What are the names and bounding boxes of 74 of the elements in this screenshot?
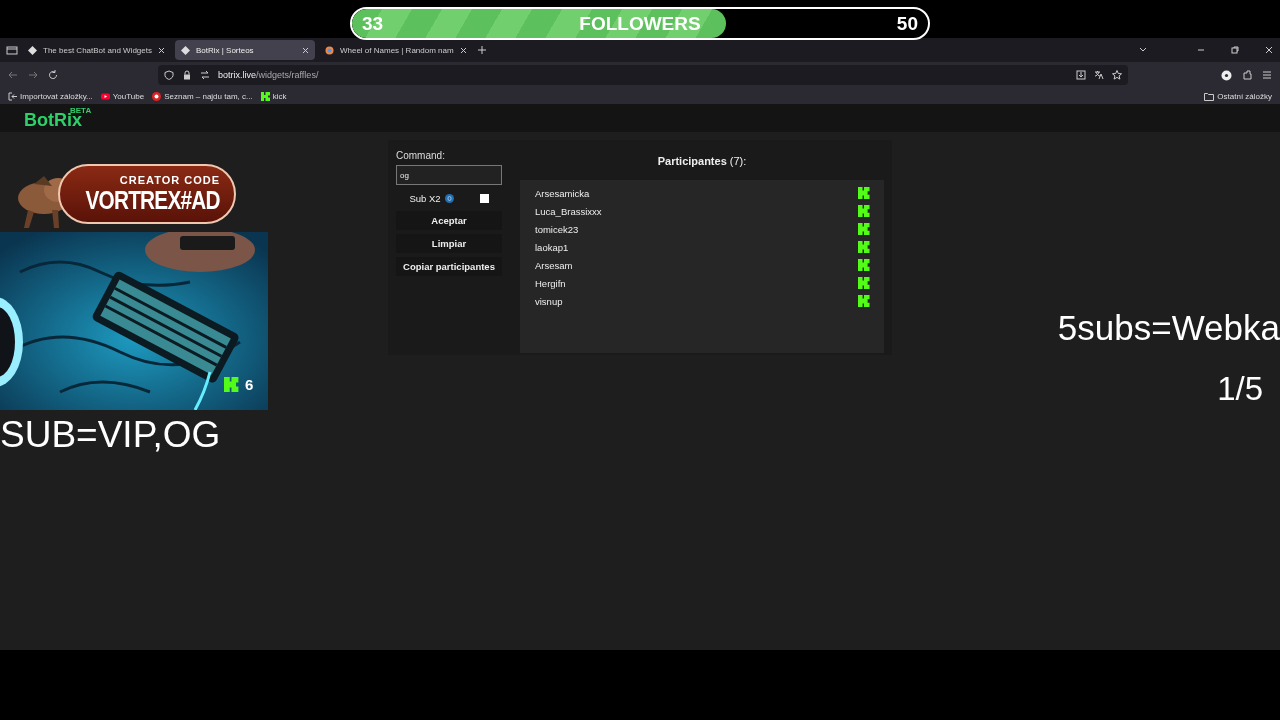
- import-icon: [8, 91, 17, 101]
- k-logo-icon: [858, 205, 870, 217]
- banner-title: CREATOR CODE: [119, 174, 220, 186]
- restore-icon[interactable]: [1230, 45, 1240, 55]
- overlay-text: SUB=VIP,OG: [0, 414, 221, 456]
- tab-title: Wheel of Names | Random nam: [339, 45, 454, 55]
- bookmark-link[interactable]: Importovat záložky...: [8, 91, 93, 101]
- address-bar[interactable]: botrix.live/widgets/raffles/: [158, 65, 1128, 85]
- play-icon: [100, 91, 110, 101]
- participants-title: Participantes (7):: [656, 154, 748, 169]
- profile-icon[interactable]: [1221, 69, 1232, 81]
- overlay-text: 5subs=Webka: [1057, 308, 1280, 348]
- creator-code: VORTREX#AD: [85, 186, 220, 214]
- participant-name: visnup: [535, 295, 563, 307]
- checkbox[interactable]: [479, 193, 489, 203]
- lock-icon: [182, 70, 192, 80]
- k-logo-icon: [858, 241, 870, 253]
- close-icon[interactable]: [301, 46, 309, 54]
- tab-list-icon[interactable]: [6, 44, 18, 56]
- option-label: Sub X2: [409, 192, 441, 204]
- s-logo-icon: [152, 91, 162, 101]
- field-label: Command:: [396, 150, 446, 161]
- participant-name: Hergifn: [535, 277, 566, 289]
- new-tab-icon[interactable]: [476, 45, 487, 55]
- reload-icon[interactable]: [48, 70, 58, 80]
- k-logo-icon: [858, 259, 870, 271]
- participant-name: Arsesam: [535, 259, 573, 271]
- arrows-icon: [200, 70, 210, 80]
- beta-label: BETA: [70, 106, 92, 115]
- bookmark-link[interactable]: kick: [260, 91, 287, 101]
- target-count: 50: [896, 12, 918, 35]
- action-button[interactable]: Copiar participantes: [396, 257, 502, 276]
- url-path: /widgets/raffles/: [256, 70, 319, 80]
- close-icon[interactable]: [459, 46, 467, 54]
- forward-icon[interactable]: [28, 70, 38, 80]
- translate-icon[interactable]: [1094, 70, 1104, 80]
- participant-name: Arsesamicka: [535, 187, 590, 199]
- close-icon[interactable]: [1264, 45, 1274, 55]
- download-icon[interactable]: [1076, 70, 1086, 80]
- shield-icon: [164, 70, 174, 80]
- extensions-icon[interactable]: [1242, 70, 1252, 80]
- url-domain: botrix.live: [218, 70, 256, 80]
- k-logo-icon: [858, 223, 870, 235]
- close-icon[interactable]: [157, 46, 165, 54]
- tab-favicon: [180, 45, 190, 55]
- k-logo-icon: [858, 187, 870, 199]
- participant-name: Luca_Brassixxx: [535, 205, 602, 217]
- back-icon[interactable]: [8, 70, 18, 80]
- overlay-text: 1/5: [1217, 370, 1263, 408]
- star-icon[interactable]: [1112, 70, 1122, 80]
- browser-tab[interactable]: The best ChatBot and Widgets: [22, 40, 171, 60]
- k-logo-icon: [858, 277, 870, 289]
- k-logo-icon: [858, 295, 870, 307]
- info-icon[interactable]: [444, 193, 454, 203]
- browser-tab[interactable]: Wheel of Names | Random nam: [318, 40, 473, 60]
- tab-title: The best ChatBot and Widgets: [43, 45, 152, 55]
- menu-icon[interactable]: [1262, 70, 1272, 80]
- command-field[interactable]: og: [396, 165, 502, 185]
- bookmark-link[interactable]: YouTube: [100, 91, 145, 101]
- k-logo-icon: [260, 91, 270, 101]
- tab-favicon: [324, 45, 334, 55]
- participant-name: laokap1: [535, 241, 569, 253]
- tab-title: BotRix | Sorteos: [195, 45, 255, 55]
- bookmark-link[interactable]: Seznam – najdu tam, c...: [152, 91, 253, 101]
- action-button[interactable]: Limpiar: [396, 234, 502, 253]
- current-count: 33: [362, 12, 384, 35]
- bookmarks-folder[interactable]: Ostatní záložky: [1204, 91, 1272, 101]
- tab-favicon: [28, 45, 37, 55]
- action-button[interactable]: Aceptar: [396, 211, 502, 230]
- participant-name: tomicek23: [535, 223, 579, 235]
- viewer-count: 6: [245, 376, 254, 393]
- browser-tab[interactable]: BotRix | Sorteos: [174, 40, 315, 60]
- folder-icon: [1204, 91, 1215, 101]
- goal-label: FOLLOWERS: [579, 12, 701, 35]
